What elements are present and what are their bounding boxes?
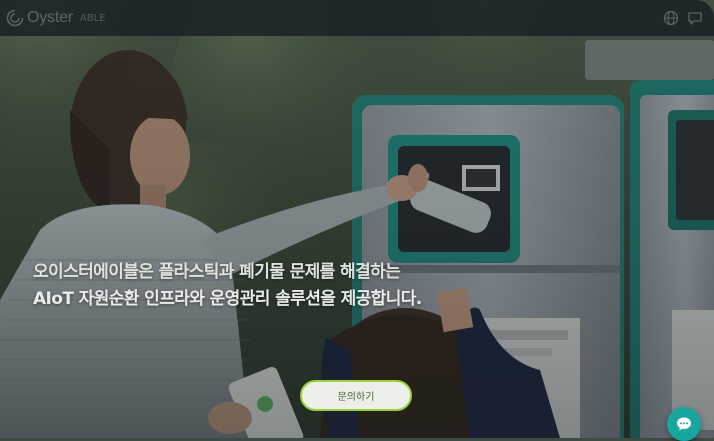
chat-launcher-button[interactable] (667, 407, 701, 441)
hero-headline: 오이스터에이블은 플라스틱과 폐기물 문제를 해결하는 AIoT 자원순환 인프… (33, 259, 593, 313)
chat-bubble-icon (677, 417, 691, 431)
hero-dim-overlay (0, 0, 714, 438)
chat-icon[interactable] (686, 9, 704, 27)
inquiry-button[interactable]: 문의하기 (300, 380, 412, 411)
header-actions (662, 9, 704, 27)
site-header: Oyster ABLE (0, 0, 714, 36)
oyster-logo-icon (6, 9, 24, 27)
hero-headline-line-1: 오이스터에이블은 플라스틱과 폐기물 문제를 해결하는 (33, 262, 401, 282)
hero-headline-line-2: AIoT 자원순환 인프라와 운영관리 솔루션을 제공합니다. (33, 289, 422, 309)
logo-text: Oyster (27, 9, 73, 26)
site-logo[interactable]: Oyster ABLE (6, 9, 106, 27)
hero-background (0, 0, 714, 438)
language-icon[interactable] (662, 9, 680, 27)
logo-subtext: ABLE (79, 12, 106, 24)
